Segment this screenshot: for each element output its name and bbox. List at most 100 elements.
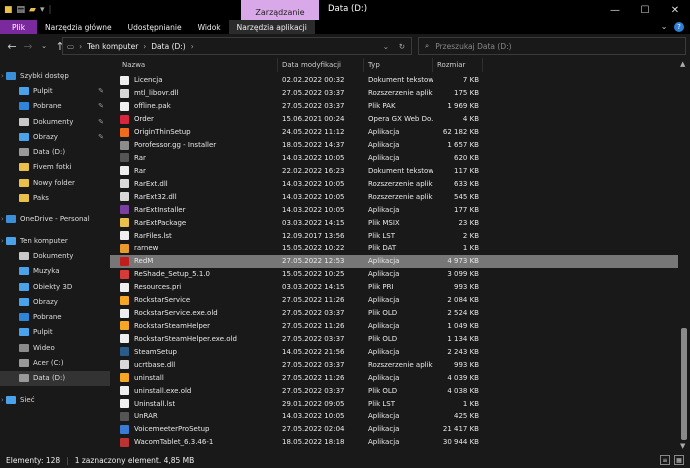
table-row[interactable]: OriginThinSetup 24.05.2022 11:12 Aplikacja… <box>110 126 688 139</box>
nav-item[interactable]: Muzyka <box>0 264 110 279</box>
nav-item[interactable]: › Ten komputer <box>0 233 110 248</box>
customize-toolbar-icon[interactable]: ▾ <box>40 4 45 16</box>
details-view-icon[interactable]: ≡ <box>660 455 670 465</box>
nav-item[interactable]: Obrazy ✎ <box>0 129 110 144</box>
tab-view[interactable]: Widok <box>190 20 229 34</box>
tab-app-tools[interactable]: Narzędzia aplikacji <box>228 20 315 34</box>
table-row[interactable]: WacomTablet_6.3.46-1 18.05.2022 18:18 Apli… <box>110 436 688 449</box>
help-icon[interactable]: ? <box>674 22 684 32</box>
expand-chevron-icon[interactable]: › <box>1 72 4 80</box>
nav-item-label: Paks <box>33 194 49 203</box>
back-icon[interactable]: ← <box>4 40 20 53</box>
column-header-name[interactable]: Nazwa <box>110 58 278 72</box>
table-row[interactable]: VoicemeeterProSetup 27.05.2022 02:04 Aplik… <box>110 423 688 436</box>
expand-chevron-icon[interactable]: › <box>1 215 4 223</box>
nav-item[interactable]: Dokumenty <box>0 248 110 263</box>
table-row[interactable]: RockstarSteamHelper.exe.old 27.05.2022 03… <box>110 332 688 345</box>
nav-item[interactable]: Obiekty 3D <box>0 279 110 294</box>
large-icons-view-icon[interactable]: ▦ <box>674 455 684 465</box>
table-row[interactable]: RarExtInstaller 14.03.2022 10:05 Aplikacja… <box>110 203 688 216</box>
vertical-scrollbar[interactable]: ▲ ▼ <box>678 58 690 452</box>
new-folder-icon[interactable]: ▰ <box>29 4 36 16</box>
file-name: ucrtbase.dll <box>134 360 176 369</box>
refresh-icon[interactable]: ↻ <box>399 42 405 51</box>
navigation-pane[interactable]: › Szybki dostęp Pulpit ✎ Pobrane ✎ Dokumenty ✎ O… <box>0 58 110 452</box>
column-header-date[interactable]: Data modyfikacji <box>278 58 364 72</box>
file-icon <box>120 334 129 344</box>
table-row[interactable]: RarExt32.dll 14.03.2022 10:05 Rozszerzenie… <box>110 190 688 203</box>
address-bar[interactable]: ▭ › Ten komputer › Data (D:) › ⌄ ↻ <box>62 37 412 55</box>
nav-item[interactable]: Paks <box>0 190 110 205</box>
table-row[interactable]: UnRAR 14.03.2022 10:05 Aplikacja 425 KB <box>110 410 688 423</box>
search-input[interactable]: ⌕ Przeszukaj Data (D:) <box>418 37 686 55</box>
tab-file[interactable]: Plik <box>0 20 38 34</box>
package-icon <box>120 218 129 228</box>
table-row[interactable]: rarnew 15.05.2022 10:22 Plik DAT 1 KB <box>110 242 688 255</box>
rockstar-icon <box>120 373 129 383</box>
cell-name: RockstarSteamHelper.exe.old <box>110 334 278 344</box>
nav-item[interactable]: Fivem fotki <box>0 160 110 175</box>
table-row[interactable]: Licencja 02.02.2022 00:32 Dokument tekstow… <box>110 74 688 87</box>
column-header-size[interactable]: Rozmiar <box>433 58 483 72</box>
table-row[interactable]: RarExtPackage 03.03.2022 14:15 Plik MSIX 23… <box>110 216 688 229</box>
maximize-icon[interactable]: ☐ <box>630 0 660 20</box>
forward-icon[interactable]: → <box>20 40 36 53</box>
manage-context-tab[interactable]: Zarządzanie <box>241 0 319 20</box>
table-row[interactable]: Rar 14.03.2022 10:05 Aplikacja 620 KB <box>110 152 688 165</box>
file-list[interactable]: Nazwa Data modyfikacji Typ Rozmiar Licen… <box>110 58 690 452</box>
table-row[interactable]: Order 15.06.2021 00:24 Opera GX Web Do... 4… <box>110 113 688 126</box>
expand-chevron-icon[interactable]: › <box>1 396 4 404</box>
table-row[interactable]: Uninstall.lst 29.01.2022 09:05 Plik LST 1 K… <box>110 397 688 410</box>
breadcrumb-ten-komputer[interactable]: Ten komputer <box>87 42 138 51</box>
tab-home[interactable]: Narzędzia główne <box>37 20 120 34</box>
nav-item[interactable]: Obrazy <box>0 294 110 309</box>
nav-item[interactable]: Pobrane ✎ <box>0 99 110 114</box>
table-row[interactable]: SteamSetup 14.05.2022 21:56 Aplikacja 2 243… <box>110 345 688 358</box>
nav-item[interactable]: › Sieć <box>0 392 110 407</box>
close-icon[interactable]: ✕ <box>660 0 690 20</box>
scrollbar-thumb[interactable] <box>681 328 687 440</box>
nav-item[interactable]: Data (D:) <box>0 370 110 386</box>
nav-item[interactable]: › Szybki dostęp <box>0 68 110 83</box>
table-row[interactable]: mtl_libovr.dll 27.05.2022 03:37 Rozszerzen… <box>110 87 688 100</box>
nav-item[interactable]: Wideo <box>0 340 110 355</box>
table-row[interactable]: RockstarService.exe.old 27.05.2022 03:37 P… <box>110 307 688 320</box>
table-row[interactable]: uninstall.exe.old 27.05.2022 03:37 Plik OL… <box>110 384 688 397</box>
address-dropdown-icon[interactable]: ⌄ <box>383 42 389 51</box>
properties-icon[interactable]: ▤ <box>17 4 26 16</box>
table-row[interactable]: offline.pak 27.05.2022 03:37 Plik PAK 1 969… <box>110 100 688 113</box>
cell-type: Plik LST <box>368 231 396 240</box>
column-header-type[interactable]: Typ <box>364 58 433 72</box>
table-row[interactable]: RarExt.dll 14.03.2022 10:05 Rozszerzenie a… <box>110 177 688 190</box>
winrar-icon <box>120 205 129 215</box>
nav-item[interactable]: Pulpit ✎ <box>0 83 110 98</box>
table-row[interactable]: ReShade_Setup_5.1.0 15.05.2022 10:25 Aplik… <box>110 268 688 281</box>
cell-type: Rozszerzenie aplik... <box>368 179 433 188</box>
table-row[interactable]: RarFiles.lst 12.09.2017 13:56 Plik LST 2 KB <box>110 229 688 242</box>
table-row[interactable]: ucrtbase.dll 27.05.2022 03:37 Rozszerzenie… <box>110 358 688 371</box>
nav-item[interactable]: Data (D:) <box>0 144 110 159</box>
breadcrumb-data-d[interactable]: Data (D:) <box>151 42 185 51</box>
table-row[interactable]: RockstarService 27.05.2022 11:26 Aplikacja… <box>110 294 688 307</box>
cell-name: RockstarSteamHelper <box>110 321 278 331</box>
table-row[interactable]: Resources.pri 03.03.2022 14:15 Plik PRI 993… <box>110 281 688 294</box>
scroll-up-icon[interactable]: ▲ <box>680 60 685 68</box>
nav-item[interactable]: Nowy folder <box>0 175 110 190</box>
table-row[interactable]: RedM 27.05.2022 12:53 Aplikacja 4 973 KB <box>110 254 688 268</box>
nav-item[interactable]: Acer (C:) <box>0 355 110 370</box>
file-name: Porofessor.gg - Installer <box>134 141 217 150</box>
nav-item[interactable]: Pobrane <box>0 309 110 324</box>
nav-item[interactable]: › OneDrive - Personal <box>0 212 110 227</box>
table-row[interactable]: Rar 22.02.2022 16:23 Dokument tekstowy 117 … <box>110 164 688 177</box>
minimize-icon[interactable]: — <box>600 0 630 20</box>
nav-item[interactable]: Pulpit <box>0 325 110 340</box>
table-row[interactable]: Porofessor.gg - Installer 18.05.2022 14:3… <box>110 139 688 152</box>
recent-locations-icon[interactable]: ⌄ <box>36 42 52 50</box>
table-row[interactable]: RockstarSteamHelper 27.05.2022 11:26 Aplik… <box>110 320 688 333</box>
tab-share[interactable]: Udostępnianie <box>120 20 190 34</box>
chevron-down-icon[interactable]: ⌄ <box>661 22 668 31</box>
scroll-down-icon[interactable]: ▼ <box>680 442 685 450</box>
expand-chevron-icon[interactable]: › <box>1 237 4 245</box>
table-row[interactable]: uninstall 27.05.2022 11:26 Aplikacja 4 039 … <box>110 371 688 384</box>
nav-item[interactable]: Dokumenty ✎ <box>0 114 110 129</box>
